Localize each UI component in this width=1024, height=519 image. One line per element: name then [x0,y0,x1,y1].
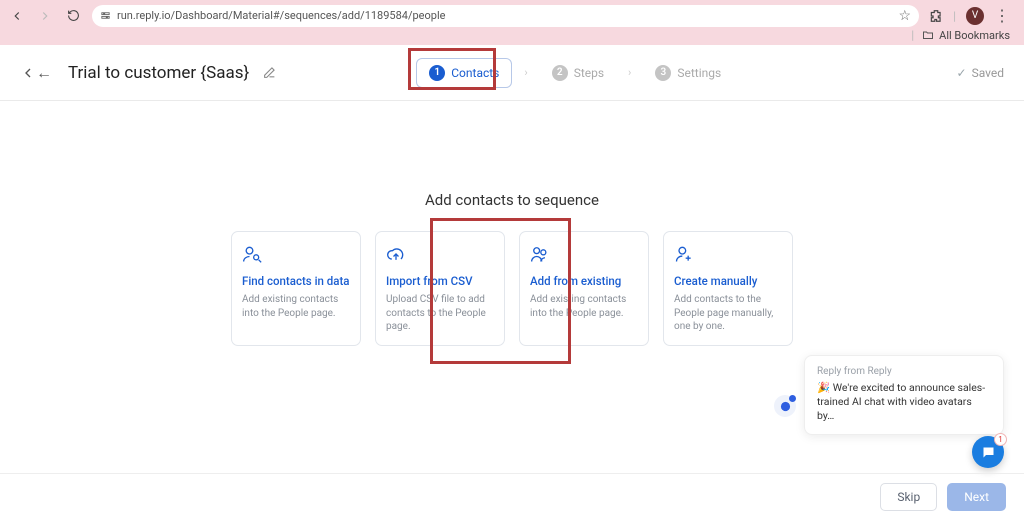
chat-message: 🎉 We're excited to announce sales-traine… [817,381,991,424]
chat-icon [981,445,996,460]
url-bar[interactable]: run.reply.io/Dashboard/Material#/sequenc… [92,5,919,27]
page-title: Trial to customer {Saas} [68,63,249,83]
card-add-existing[interactable]: Add from existing Add existing contacts … [519,231,649,346]
saved-indicator: ✓ Saved [957,66,1005,80]
chrome-separator: | [953,9,956,23]
skip-button[interactable]: Skip [880,483,937,511]
card-desc: Add existing contacts into the People pa… [530,293,638,320]
saved-label: Saved [972,66,1004,80]
chevron-right-icon: › [524,66,527,79]
chat-avatar-bubble[interactable] [774,395,796,417]
site-settings-icon [100,10,111,21]
step-number: 1 [429,65,445,81]
folder-icon [922,29,934,41]
next-button[interactable]: Next [947,483,1006,511]
step-steps[interactable]: 2 Steps [540,59,616,87]
chevron-right-icon: › [628,66,631,79]
card-title: Import from CSV [386,274,494,288]
cloud-upload-icon [386,244,494,266]
step-number: 2 [552,65,568,81]
chrome-menu-icon[interactable]: ⋮ [994,6,1010,25]
chat-from-label: Reply from Reply [817,366,991,377]
chat-badge: 1 [994,433,1007,446]
people-icon [530,244,638,266]
card-import-csv[interactable]: Import from CSV Upload CSV file to add c… [375,231,505,346]
card-desc: Add existing contacts into the People pa… [242,293,350,320]
chrome-separator: | [911,28,914,42]
card-find-contacts[interactable]: Find contacts in data Add existing conta… [231,231,361,346]
step-contacts[interactable]: 1 Contacts [416,58,512,88]
card-desc: Add contacts to the People page manually… [674,293,782,334]
all-bookmarks-label: All Bookmarks [939,29,1010,42]
bookmark-star-icon[interactable]: ☆ [899,8,912,24]
back-arrow-icon: ← [36,63,58,83]
search-people-icon [242,244,350,266]
profile-avatar[interactable]: V [966,7,984,25]
footer-bar: Skip Next [0,473,1024,519]
card-title: Find contacts in data [242,274,350,288]
extensions-icon[interactable] [929,9,943,23]
check-icon: ✓ [957,66,967,80]
step-settings[interactable]: 3 Settings [643,59,733,87]
card-title: Create manually [674,274,782,288]
chat-toast[interactable]: Reply from Reply 🎉 We're excited to anno… [804,355,1004,435]
card-desc: Upload CSV file to add contacts to the P… [386,293,494,334]
cards-row: Find contacts in data Add existing conta… [0,231,1024,346]
person-add-icon [674,244,782,266]
nav-reload-button[interactable] [64,7,82,25]
app-header: ← Trial to customer {Saas} 1 Contacts › … [0,45,1024,101]
chat-message-text: We're excited to announce sales-trained … [817,381,985,422]
nav-back-button[interactable] [8,7,26,25]
step-label: Steps [574,66,604,80]
step-label: Settings [677,66,721,80]
url-text: run.reply.io/Dashboard/Material#/sequenc… [117,9,445,22]
main-heading: Add contacts to sequence [0,191,1024,209]
step-label: Contacts [451,66,499,80]
nav-forward-button[interactable] [36,7,54,25]
main-content: Add contacts to sequence Find contacts i… [0,101,1024,346]
chat-launcher-button[interactable]: 1 [972,436,1004,468]
all-bookmarks-link[interactable]: All Bookmarks [922,29,1010,42]
chat-emoji: 🎉 [817,381,833,394]
edit-title-button[interactable] [263,66,276,79]
step-number: 3 [655,65,671,81]
card-title: Add from existing [530,274,638,288]
card-create-manually[interactable]: Create manually Add contacts to the Peop… [663,231,793,346]
browser-chrome: run.reply.io/Dashboard/Material#/sequenc… [0,0,1024,45]
